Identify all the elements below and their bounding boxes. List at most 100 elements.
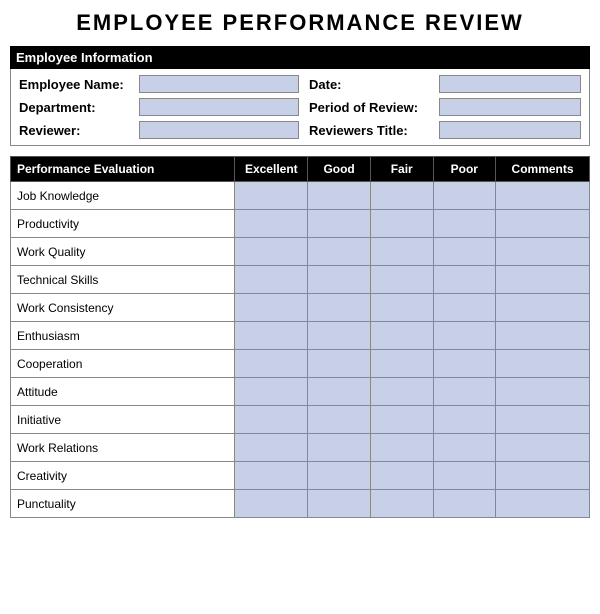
row-fair[interactable] bbox=[370, 434, 433, 462]
row-poor[interactable] bbox=[433, 406, 496, 434]
row-fair[interactable] bbox=[370, 210, 433, 238]
row-excellent[interactable] bbox=[235, 210, 308, 238]
employee-name-input[interactable] bbox=[139, 75, 299, 93]
row-good[interactable] bbox=[308, 322, 371, 350]
row-good[interactable] bbox=[308, 210, 371, 238]
row-good[interactable] bbox=[308, 182, 371, 210]
col-header-excellent: Excellent bbox=[235, 157, 308, 182]
col-header-fair: Fair bbox=[370, 157, 433, 182]
row-category: Punctuality bbox=[11, 490, 235, 518]
row-poor[interactable] bbox=[433, 434, 496, 462]
row-comments[interactable] bbox=[496, 210, 590, 238]
row-good[interactable] bbox=[308, 266, 371, 294]
date-input[interactable] bbox=[439, 75, 581, 93]
info-section-header: Employee Information bbox=[10, 46, 590, 69]
row-poor[interactable] bbox=[433, 462, 496, 490]
row-comments[interactable] bbox=[496, 462, 590, 490]
employee-name-label: Employee Name: bbox=[19, 77, 139, 92]
table-row: Initiative bbox=[11, 406, 590, 434]
name-row: Employee Name: Date: bbox=[19, 75, 581, 93]
row-fair[interactable] bbox=[370, 406, 433, 434]
col-header-good: Good bbox=[308, 157, 371, 182]
row-fair[interactable] bbox=[370, 378, 433, 406]
reviewer-title-input[interactable] bbox=[439, 121, 581, 139]
col-header-comments: Comments bbox=[496, 157, 590, 182]
reviewer-row: Reviewer: Reviewers Title: bbox=[19, 121, 581, 139]
row-good[interactable] bbox=[308, 490, 371, 518]
row-comments[interactable] bbox=[496, 406, 590, 434]
row-poor[interactable] bbox=[433, 294, 496, 322]
row-poor[interactable] bbox=[433, 182, 496, 210]
department-row: Department: Period of Review: bbox=[19, 98, 581, 116]
row-comments[interactable] bbox=[496, 266, 590, 294]
table-row: Productivity bbox=[11, 210, 590, 238]
row-excellent[interactable] bbox=[235, 406, 308, 434]
row-fair[interactable] bbox=[370, 462, 433, 490]
col-header-poor: Poor bbox=[433, 157, 496, 182]
row-comments[interactable] bbox=[496, 294, 590, 322]
row-good[interactable] bbox=[308, 406, 371, 434]
row-comments[interactable] bbox=[496, 434, 590, 462]
row-excellent[interactable] bbox=[235, 378, 308, 406]
row-comments[interactable] bbox=[496, 182, 590, 210]
row-category: Job Knowledge bbox=[11, 182, 235, 210]
row-comments[interactable] bbox=[496, 238, 590, 266]
table-row: Enthusiasm bbox=[11, 322, 590, 350]
row-category: Work Relations bbox=[11, 434, 235, 462]
row-category: Cooperation bbox=[11, 350, 235, 378]
row-category: Technical Skills bbox=[11, 266, 235, 294]
row-comments[interactable] bbox=[496, 490, 590, 518]
row-poor[interactable] bbox=[433, 266, 496, 294]
department-input[interactable] bbox=[139, 98, 299, 116]
row-fair[interactable] bbox=[370, 350, 433, 378]
row-fair[interactable] bbox=[370, 238, 433, 266]
row-excellent[interactable] bbox=[235, 490, 308, 518]
row-excellent[interactable] bbox=[235, 322, 308, 350]
period-input[interactable] bbox=[439, 98, 581, 116]
row-good[interactable] bbox=[308, 350, 371, 378]
row-fair[interactable] bbox=[370, 322, 433, 350]
row-good[interactable] bbox=[308, 462, 371, 490]
row-category: Enthusiasm bbox=[11, 322, 235, 350]
row-comments[interactable] bbox=[496, 378, 590, 406]
row-excellent[interactable] bbox=[235, 294, 308, 322]
col-header-category: Performance Evaluation bbox=[11, 157, 235, 182]
row-good[interactable] bbox=[308, 238, 371, 266]
row-poor[interactable] bbox=[433, 350, 496, 378]
row-excellent[interactable] bbox=[235, 266, 308, 294]
row-excellent[interactable] bbox=[235, 238, 308, 266]
row-excellent[interactable] bbox=[235, 182, 308, 210]
row-category: Productivity bbox=[11, 210, 235, 238]
table-row: Work Quality bbox=[11, 238, 590, 266]
row-excellent[interactable] bbox=[235, 434, 308, 462]
row-excellent[interactable] bbox=[235, 350, 308, 378]
row-good[interactable] bbox=[308, 378, 371, 406]
reviewer-input[interactable] bbox=[139, 121, 299, 139]
row-category: Attitude bbox=[11, 378, 235, 406]
table-row: Cooperation bbox=[11, 350, 590, 378]
row-fair[interactable] bbox=[370, 266, 433, 294]
table-row: Punctuality bbox=[11, 490, 590, 518]
row-good[interactable] bbox=[308, 294, 371, 322]
row-poor[interactable] bbox=[433, 322, 496, 350]
table-row: Work Relations bbox=[11, 434, 590, 462]
page-title: EMPLOYEE PERFORMANCE REVIEW bbox=[10, 10, 590, 36]
table-row: Attitude bbox=[11, 378, 590, 406]
employee-info-section: Employee Name: Date: Department: Period … bbox=[10, 69, 590, 146]
row-poor[interactable] bbox=[433, 238, 496, 266]
row-comments[interactable] bbox=[496, 322, 590, 350]
reviewer-title-label: Reviewers Title: bbox=[309, 123, 439, 138]
period-label: Period of Review: bbox=[309, 100, 439, 115]
row-poor[interactable] bbox=[433, 378, 496, 406]
table-row: Technical Skills bbox=[11, 266, 590, 294]
row-fair[interactable] bbox=[370, 490, 433, 518]
table-row: Creativity bbox=[11, 462, 590, 490]
row-comments[interactable] bbox=[496, 350, 590, 378]
row-fair[interactable] bbox=[370, 182, 433, 210]
row-good[interactable] bbox=[308, 434, 371, 462]
row-fair[interactable] bbox=[370, 294, 433, 322]
row-poor[interactable] bbox=[433, 210, 496, 238]
row-excellent[interactable] bbox=[235, 462, 308, 490]
row-poor[interactable] bbox=[433, 490, 496, 518]
department-label: Department: bbox=[19, 100, 139, 115]
